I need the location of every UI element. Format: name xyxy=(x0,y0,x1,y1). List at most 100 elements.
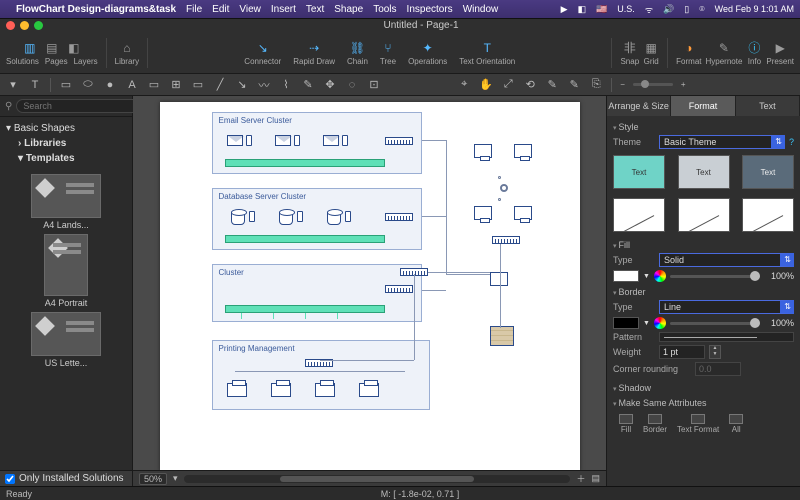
section-style[interactable]: Style xyxy=(613,120,794,132)
tb-textorient[interactable]: TText Orientation xyxy=(459,40,515,66)
page-menu-icon[interactable]: ▤ xyxy=(591,473,600,484)
cluster-database[interactable]: Database Server Cluster xyxy=(212,188,422,250)
menu-insert[interactable]: Insert xyxy=(271,4,296,15)
status-control-icon[interactable]: ⌾ xyxy=(699,4,704,15)
text-tool-icon[interactable]: T xyxy=(28,78,42,92)
close-button[interactable] xyxy=(6,21,15,30)
monitor-icon[interactable] xyxy=(514,206,532,220)
theme-select[interactable]: Basic Theme⇅ xyxy=(659,135,785,149)
phone-icon[interactable] xyxy=(345,211,351,222)
pattern-select[interactable] xyxy=(659,332,794,342)
dot-tool-icon[interactable]: ◌ xyxy=(345,78,359,92)
app-name[interactable]: FlowChart Design-diagrams&task xyxy=(16,4,176,15)
phone-icon[interactable] xyxy=(342,135,348,146)
chevron-down-icon[interactable]: ▼ xyxy=(643,273,650,280)
hub-icon[interactable] xyxy=(500,184,508,192)
menu-text[interactable]: Text xyxy=(306,4,324,15)
crop-tool-icon[interactable]: ⊡ xyxy=(367,78,381,92)
tb-grid[interactable]: ▦Grid xyxy=(643,40,659,66)
mail-icon[interactable] xyxy=(323,135,339,146)
fill-type-select[interactable]: Solid⇅ xyxy=(659,253,794,267)
tb-hypernote[interactable]: ✎Hypernote xyxy=(706,40,743,66)
border-color-chip[interactable] xyxy=(613,317,639,329)
printer-icon[interactable] xyxy=(227,383,247,397)
attr-fill[interactable]: Fill xyxy=(619,414,633,434)
weight-input[interactable] xyxy=(659,345,705,359)
solutions-icon[interactable]: ▥ xyxy=(22,40,38,56)
phone-icon[interactable] xyxy=(294,135,300,146)
tab-format[interactable]: Format xyxy=(671,96,735,116)
swatch-arrow-1[interactable] xyxy=(613,198,665,232)
tb-connector[interactable]: ↘Connector xyxy=(244,40,281,66)
textbox-tool-icon[interactable]: A xyxy=(125,78,139,92)
field-tool-icon[interactable]: ▭ xyxy=(147,78,161,92)
zoom-chevron-icon[interactable]: ▾ xyxy=(173,473,178,484)
firewall-icon[interactable] xyxy=(490,326,514,346)
hand-tool-icon[interactable]: ✋ xyxy=(479,78,493,92)
thumb-a4-portrait[interactable]: A4 Portrait xyxy=(16,234,116,308)
color-wheel-icon[interactable] xyxy=(654,317,666,329)
tb-chain[interactable]: ⛓Chain xyxy=(347,40,368,66)
menu-window[interactable]: Window xyxy=(463,4,499,15)
tree-libraries[interactable]: › Libraries xyxy=(4,136,128,151)
phone-icon[interactable] xyxy=(246,135,252,146)
layers-icon[interactable]: ◧ xyxy=(66,40,82,56)
rect-tool-icon[interactable]: ▭ xyxy=(59,78,73,92)
monitor-icon[interactable] xyxy=(474,206,492,220)
clone-tool-icon[interactable]: ⎘ xyxy=(589,78,603,92)
status-cast-icon[interactable]: ▶ xyxy=(561,4,568,15)
border-type-select[interactable]: Line⇅ xyxy=(659,300,794,314)
curve-tool-icon[interactable]: 〰 xyxy=(257,78,271,92)
thumb-us-letter[interactable]: US Lette... xyxy=(16,312,116,368)
db-icon[interactable] xyxy=(231,211,245,225)
swatch-1[interactable]: Text xyxy=(613,155,665,189)
status-volume-icon[interactable]: 🔊 xyxy=(663,4,674,15)
status-wifi-icon[interactable]: ᯤ xyxy=(645,3,653,16)
cluster-email[interactable]: Email Server Cluster xyxy=(212,112,422,174)
menu-inspectors[interactable]: Inspectors xyxy=(407,4,453,15)
status-battery-icon[interactable]: ▯ xyxy=(684,4,689,15)
status-flag[interactable]: 🇺🇸 xyxy=(596,4,607,15)
minimize-button[interactable] xyxy=(20,21,29,30)
section-fill[interactable]: Fill xyxy=(613,238,794,250)
mail-icon[interactable] xyxy=(275,135,291,146)
attr-text[interactable]: Text Format xyxy=(677,414,719,434)
swatch-arrow-2[interactable] xyxy=(678,198,730,232)
cluster-printing[interactable]: Printing Management xyxy=(212,340,430,410)
eyedrop-tool-icon[interactable]: ✎ xyxy=(545,78,559,92)
switch-icon[interactable] xyxy=(385,137,413,145)
phone-icon[interactable] xyxy=(249,211,255,222)
highlight-tool-icon[interactable]: ✎ xyxy=(567,78,581,92)
zoom-level[interactable]: 50% xyxy=(139,473,167,485)
switch-icon[interactable] xyxy=(385,213,413,221)
ellipse-tool-icon[interactable]: ● xyxy=(103,78,117,92)
edit-points-icon[interactable]: ✥ xyxy=(323,78,337,92)
color-wheel-icon[interactable] xyxy=(654,270,666,282)
monitor-icon[interactable] xyxy=(474,144,492,158)
section-shadow[interactable]: Shadow xyxy=(613,379,794,393)
add-page-icon[interactable]: ＋ xyxy=(576,472,585,485)
db-icon[interactable] xyxy=(327,211,341,225)
swatch-3[interactable]: Text xyxy=(742,155,794,189)
tb-snap[interactable]: ⾮Snap xyxy=(620,40,639,66)
theme-help-icon[interactable]: ? xyxy=(789,137,794,147)
tree-basic-shapes[interactable]: ▾ Basic Shapes xyxy=(4,121,128,136)
switch-icon[interactable] xyxy=(492,236,520,244)
tb-operations[interactable]: ✦Operations xyxy=(408,40,447,66)
menu-view[interactable]: View xyxy=(239,4,261,15)
section-make-same[interactable]: Make Same Attributes xyxy=(613,396,794,408)
tb-rapiddraw[interactable]: ⇢Rapid Draw xyxy=(293,40,335,66)
filter-installed[interactable]: Only Installed Solutions xyxy=(0,470,132,486)
menu-shape[interactable]: Shape xyxy=(334,4,363,15)
section-border[interactable]: Border xyxy=(613,285,794,297)
switch-icon[interactable] xyxy=(385,285,413,293)
line-tool-icon[interactable]: ╱ xyxy=(213,78,227,92)
table-tool-icon[interactable]: ⊞ xyxy=(169,78,183,92)
tab-arrange[interactable]: Arrange & Size xyxy=(607,96,671,116)
maximize-button[interactable] xyxy=(34,21,43,30)
tb-library[interactable]: ⌂ Library xyxy=(115,40,139,66)
mail-icon[interactable] xyxy=(227,135,243,146)
pan-tool-icon[interactable]: ⌖ xyxy=(457,78,471,92)
tb-present[interactable]: ▶Present xyxy=(766,40,794,66)
attr-border[interactable]: Border xyxy=(643,414,667,434)
